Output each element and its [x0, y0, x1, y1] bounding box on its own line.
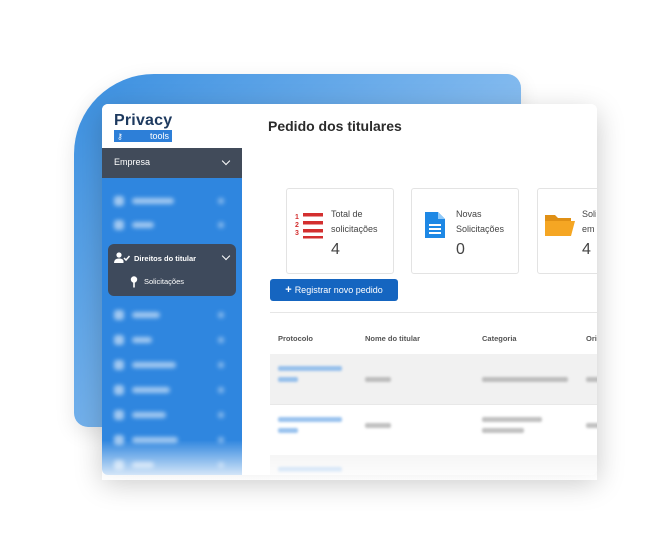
column-header-nome[interactable]: Nome do titular	[365, 334, 420, 343]
column-header-categoria[interactable]: Categoria	[482, 334, 517, 343]
list-numbered-icon: 1 2 3	[295, 213, 323, 239]
menu-icon	[114, 460, 124, 470]
user-check-icon	[114, 252, 130, 263]
page-title: Pedido dos titulares	[268, 118, 402, 134]
sidebar-item-blurred[interactable]	[114, 220, 224, 230]
register-request-button[interactable]: + Registrar novo pedido	[270, 279, 398, 301]
card-value: 4	[582, 241, 591, 258]
logo-subtitle: tools	[149, 131, 169, 141]
top-bar: Privacy ⚷ tools Pedido dos titulares	[102, 104, 597, 149]
company-label: Empresa	[114, 157, 151, 167]
card-label: Total de solicitações	[331, 209, 378, 234]
protocol-link[interactable]	[278, 377, 298, 382]
card-value: 4	[331, 241, 340, 258]
svg-text:1: 1	[295, 214, 299, 221]
card-novas-solicitacoes[interactable]: Novas Solicitações 0	[411, 188, 519, 274]
svg-text:3: 3	[295, 230, 299, 237]
main-content: 1 2 3 Total de solicitações 4 Novas Soli…	[242, 148, 597, 475]
divider	[270, 312, 597, 313]
pin-icon	[130, 276, 138, 288]
table-row[interactable]	[270, 455, 597, 475]
sidebar-item-blurred[interactable]	[114, 385, 224, 395]
table-row[interactable]	[270, 354, 597, 404]
cell-text	[482, 417, 542, 422]
protocol-link[interactable]	[278, 366, 342, 371]
logo-subtitle-bar: ⚷ tools	[114, 130, 172, 142]
protocol-link[interactable]	[278, 428, 298, 433]
menu-icon	[114, 435, 124, 445]
chevron-down-icon	[221, 251, 231, 261]
key-icon: ⚷	[117, 132, 123, 141]
register-button-label: Registrar novo pedido	[294, 285, 383, 295]
sidebar-group-label: Direitos do titular	[134, 254, 197, 263]
cell-text	[365, 377, 391, 382]
menu-icon	[114, 385, 124, 395]
chevron-down-icon	[221, 156, 231, 166]
column-header-protocolo[interactable]: Protocolo	[278, 334, 313, 343]
sidebar: Empresa Direitos do titular Solicitações	[102, 148, 242, 475]
cell-text	[482, 428, 524, 433]
menu-icon	[114, 310, 124, 320]
privacy-tools-logo[interactable]: Privacy ⚷ tools	[114, 112, 172, 142]
app-window: Privacy ⚷ tools Pedido dos titulares Emp…	[102, 104, 597, 475]
column-header-origem[interactable]: Ori	[586, 334, 597, 343]
company-selector[interactable]: Empresa	[102, 148, 242, 178]
logo-title: Privacy	[114, 112, 173, 129]
svg-text:2: 2	[295, 222, 299, 229]
menu-icon	[114, 410, 124, 420]
sidebar-item-blurred[interactable]	[114, 435, 224, 445]
cell-text	[586, 423, 597, 428]
menu-icon	[114, 220, 124, 230]
protocol-link[interactable]	[278, 417, 342, 422]
plus-icon: +	[285, 284, 292, 296]
card-label: Novas Solicitações	[456, 209, 505, 234]
sidebar-item-blurred[interactable]	[114, 360, 224, 370]
cell-text	[586, 377, 597, 382]
menu-icon	[114, 196, 124, 206]
cell-text	[365, 423, 391, 428]
card-value: 0	[456, 241, 465, 258]
sidebar-item-solicitacoes[interactable]: Solicitações	[144, 277, 184, 286]
protocol-link[interactable]	[278, 467, 342, 472]
sidebar-item-blurred[interactable]	[114, 335, 224, 345]
table-row[interactable]	[270, 404, 597, 456]
sidebar-group-direitos[interactable]: Direitos do titular Solicitações	[108, 244, 236, 296]
sidebar-item-blurred[interactable]	[114, 310, 224, 320]
menu-icon	[114, 335, 124, 345]
card-total-solicitacoes[interactable]: 1 2 3 Total de solicitações 4	[286, 188, 394, 274]
sidebar-item-blurred[interactable]	[114, 410, 224, 420]
card-label: Soli em	[582, 209, 596, 234]
cell-text	[482, 377, 568, 382]
sidebar-item-blurred[interactable]	[114, 460, 224, 470]
sidebar-item-blurred[interactable]	[114, 196, 224, 206]
document-icon	[425, 212, 445, 238]
folder-open-icon	[545, 215, 575, 236]
card-solicitacoes-em[interactable]: Soli em 4	[537, 188, 597, 274]
menu-icon	[114, 360, 124, 370]
